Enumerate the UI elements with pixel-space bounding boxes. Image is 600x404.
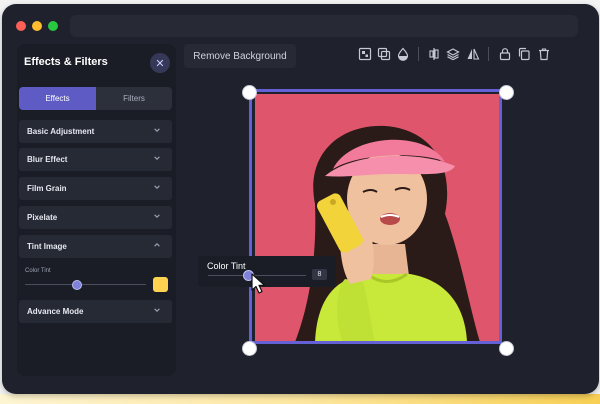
accordion-advance-mode[interactable]: Advance Mode [19, 300, 172, 323]
accordion-tint-image[interactable]: Tint Image [19, 235, 172, 258]
toolbar-separator [488, 47, 489, 61]
color-tint-slider-handle[interactable] [71, 280, 82, 290]
close-panel-button[interactable]: ✕ [150, 53, 170, 73]
accordion-label: Basic Adjustment [27, 127, 95, 136]
toolbar-separator [418, 47, 419, 61]
close-window-button[interactable] [16, 21, 26, 31]
popup-label: Color Tint [207, 261, 246, 271]
address-bar[interactable] [70, 15, 578, 37]
selection-frame [249, 89, 502, 344]
resize-handle-bottom-left[interactable] [242, 341, 257, 356]
popup-value: 8 [312, 269, 327, 280]
background-strip [0, 394, 600, 404]
maximize-window-button[interactable] [48, 21, 58, 31]
chevron-down-icon [153, 126, 161, 134]
mouse-cursor-icon [251, 273, 266, 294]
opacity-icon[interactable] [396, 47, 410, 61]
chevron-down-icon [153, 154, 161, 162]
accordion-label: Pixelate [27, 213, 58, 222]
accordion-blur-effect[interactable]: Blur Effect [19, 148, 172, 171]
remove-background-button[interactable]: Remove Background [184, 44, 296, 68]
flip-icon[interactable] [466, 47, 480, 61]
title-bar [2, 4, 599, 42]
resize-handle-top-left[interactable] [242, 85, 257, 100]
tab-effects[interactable]: Effects [19, 87, 96, 110]
accordion-label: Film Grain [27, 184, 67, 193]
panel-tabs: Effects Filters [19, 87, 172, 110]
accordion-pixelate[interactable]: Pixelate [19, 206, 172, 229]
accordion-label: Blur Effect [27, 155, 68, 164]
accordion-label: Tint Image [27, 242, 67, 251]
trash-icon[interactable] [537, 47, 551, 61]
copy-icon[interactable] [517, 47, 531, 61]
align-icon[interactable] [358, 47, 372, 61]
resize-handle-top-right[interactable] [499, 85, 514, 100]
duplicate-layer-icon[interactable] [377, 47, 391, 61]
accordion-film-grain[interactable]: Film Grain [19, 177, 172, 200]
accordion-basic-adjustment[interactable]: Basic Adjustment [19, 120, 172, 143]
chevron-up-icon [153, 241, 161, 249]
layers-icon[interactable] [446, 47, 460, 61]
close-icon: ✕ [155, 57, 165, 70]
effects-panel: Effects & Filters ✕ Effects Filters Basi… [17, 44, 176, 376]
tab-filters[interactable]: Filters [96, 87, 172, 110]
panel-title: Effects & Filters [24, 56, 108, 68]
resize-handle-bottom-right[interactable] [499, 341, 514, 356]
chevron-down-icon [153, 212, 161, 220]
distribute-icon[interactable] [427, 47, 441, 61]
color-tint-slider-track[interactable] [25, 284, 146, 285]
lock-icon[interactable] [498, 47, 512, 61]
minimize-window-button[interactable] [32, 21, 42, 31]
chevron-down-icon [153, 183, 161, 191]
color-tint-label: Color Tint [25, 268, 51, 274]
accordion-label: Advance Mode [27, 307, 84, 316]
tint-image-body: Color Tint [19, 262, 172, 304]
chevron-down-icon [153, 306, 161, 314]
color-swatch[interactable] [153, 277, 168, 292]
